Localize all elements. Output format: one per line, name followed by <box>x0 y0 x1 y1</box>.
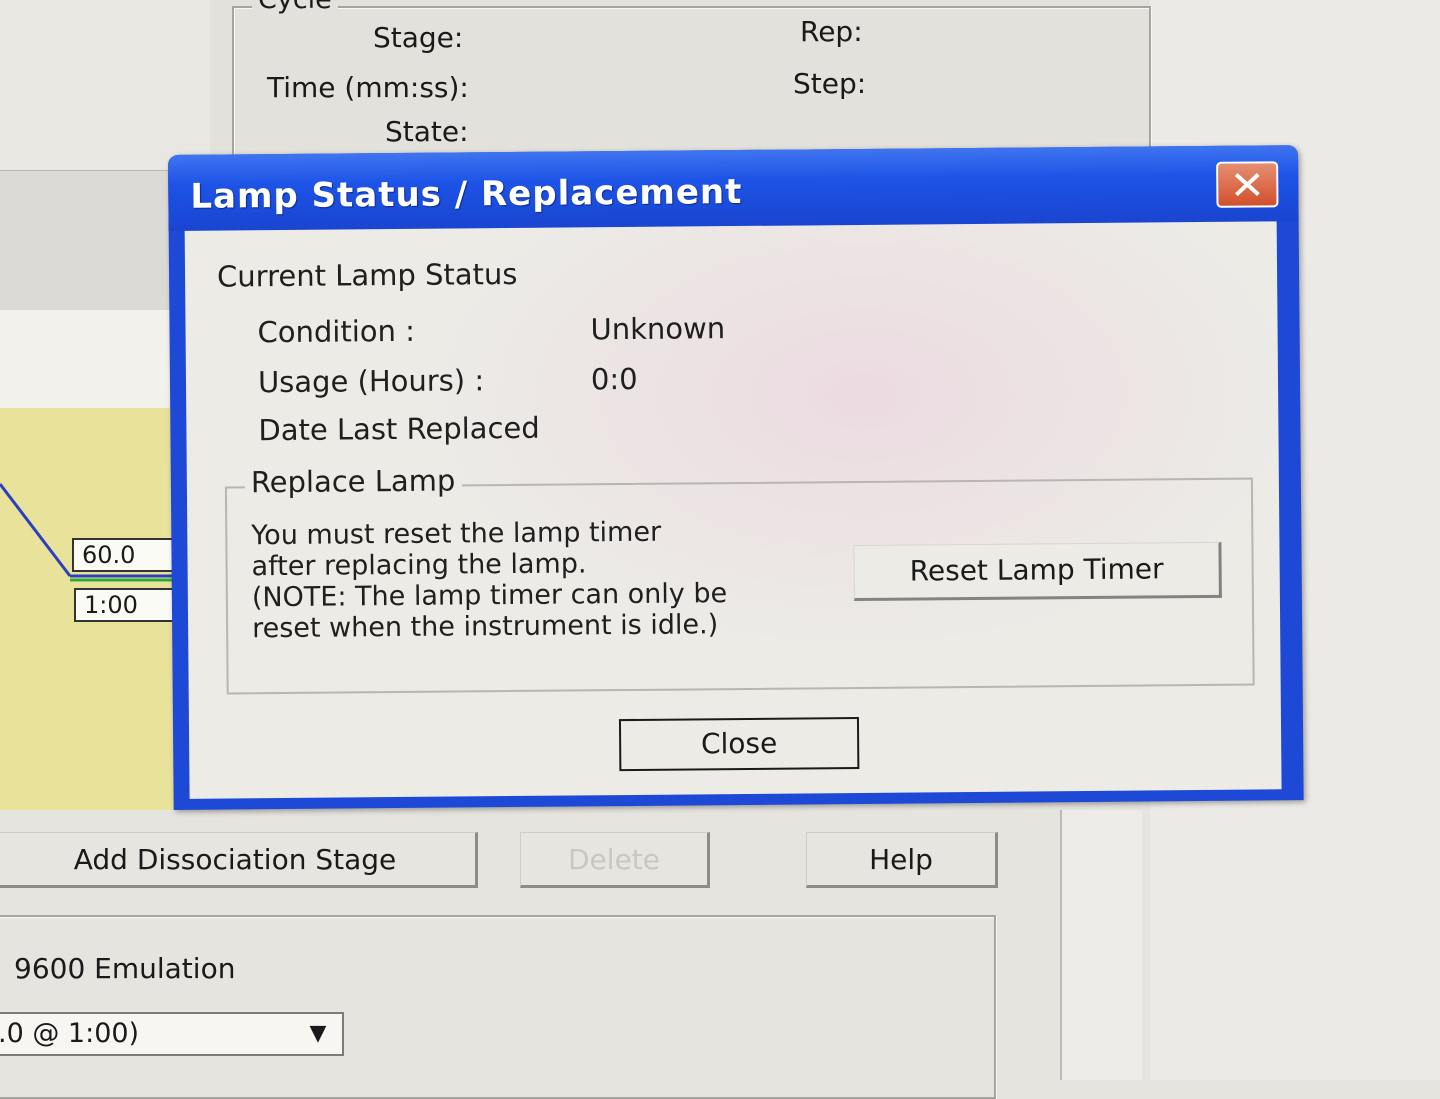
replace-lamp-legend: Replace Lamp <box>244 464 462 499</box>
dialog-title: Lamp Status / Replacement <box>190 171 743 217</box>
close-x-icon[interactable] <box>1216 161 1279 208</box>
condition-label: Condition : <box>257 313 416 350</box>
background-left-strip <box>0 170 180 311</box>
note-line: (NOTE: The lamp timer can only be <box>251 578 728 614</box>
background-left-panel <box>0 0 212 170</box>
dialog-client-area: Current Lamp Status Condition : Unknown … <box>184 221 1282 799</box>
note-line: reset when the instrument is idle.) <box>252 609 719 645</box>
emulation-label: 9600 Emulation <box>14 952 236 985</box>
time-label: Time (mm:ss): <box>267 71 469 104</box>
plot-header-area <box>0 310 180 408</box>
emulation-select[interactable]: .0 @ 1:00) ▼ <box>0 1012 344 1056</box>
lamp-status-dialog: Lamp Status / Replacement Current Lamp S… <box>168 145 1304 810</box>
stage-label: Stage: <box>373 21 464 54</box>
add-dissociation-stage-button[interactable]: Add Dissociation Stage <box>0 832 478 888</box>
condition-value: Unknown <box>590 311 726 347</box>
current-lamp-status-heading: Current Lamp Status <box>216 256 518 294</box>
step-label: Step: <box>793 67 867 100</box>
close-button[interactable]: Close <box>618 716 860 772</box>
date-last-replaced-label: Date Last Replaced <box>258 410 540 448</box>
emulation-select-value: .0 @ 1:00) <box>0 1018 140 1049</box>
chevron-down-icon[interactable]: ▼ <box>302 1018 334 1050</box>
delete-button[interactable]: Delete <box>520 832 710 888</box>
stage-temperature-value[interactable]: 60.0 <box>72 538 184 572</box>
stage-time-value[interactable]: 1:00 <box>74 588 186 622</box>
background-right-lower-panel <box>1060 810 1142 1080</box>
dialog-titlebar[interactable]: Lamp Status / Replacement <box>168 145 1299 231</box>
note-line: after replacing the lamp. <box>251 548 587 583</box>
note-line: You must reset the lamp timer <box>251 516 662 552</box>
rep-label: Rep: <box>800 15 863 48</box>
replace-lamp-note: You must reset the lamp timer after repl… <box>251 515 822 645</box>
usage-label: Usage (Hours) : <box>257 363 485 400</box>
usage-value: 0:0 <box>590 361 638 397</box>
reset-lamp-timer-button[interactable]: Reset Lamp Timer <box>853 541 1222 602</box>
emulation-groupbox <box>0 915 996 1099</box>
cycle-legend: Cycle <box>252 0 338 13</box>
help-button[interactable]: Help <box>806 832 998 888</box>
state-label: State: <box>385 115 469 148</box>
